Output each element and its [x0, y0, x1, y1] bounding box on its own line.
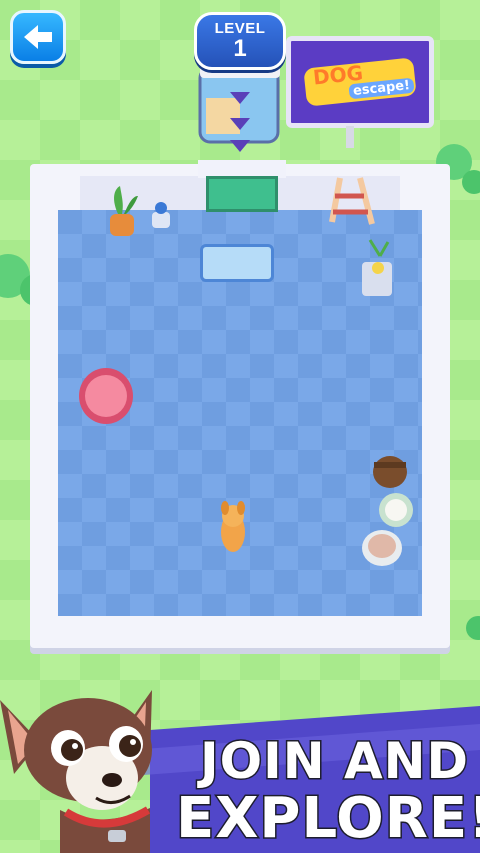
wooden-barrel[interactable] [373, 456, 407, 488]
pink-dog-bed[interactable] [79, 368, 133, 424]
plant-shelf[interactable] [362, 239, 392, 296]
flower-vase[interactable] [152, 202, 170, 228]
chihuahua-mascot [0, 690, 152, 853]
step-ladder[interactable] [329, 177, 375, 225]
player-dog[interactable] [221, 501, 245, 552]
potted-plant[interactable] [110, 186, 138, 236]
banner-line-1: JOIN AND [198, 731, 470, 792]
water-bowl[interactable] [362, 530, 402, 566]
banner-line-2: EXPLORE! [175, 785, 480, 853]
food-bowl[interactable] [379, 493, 413, 527]
